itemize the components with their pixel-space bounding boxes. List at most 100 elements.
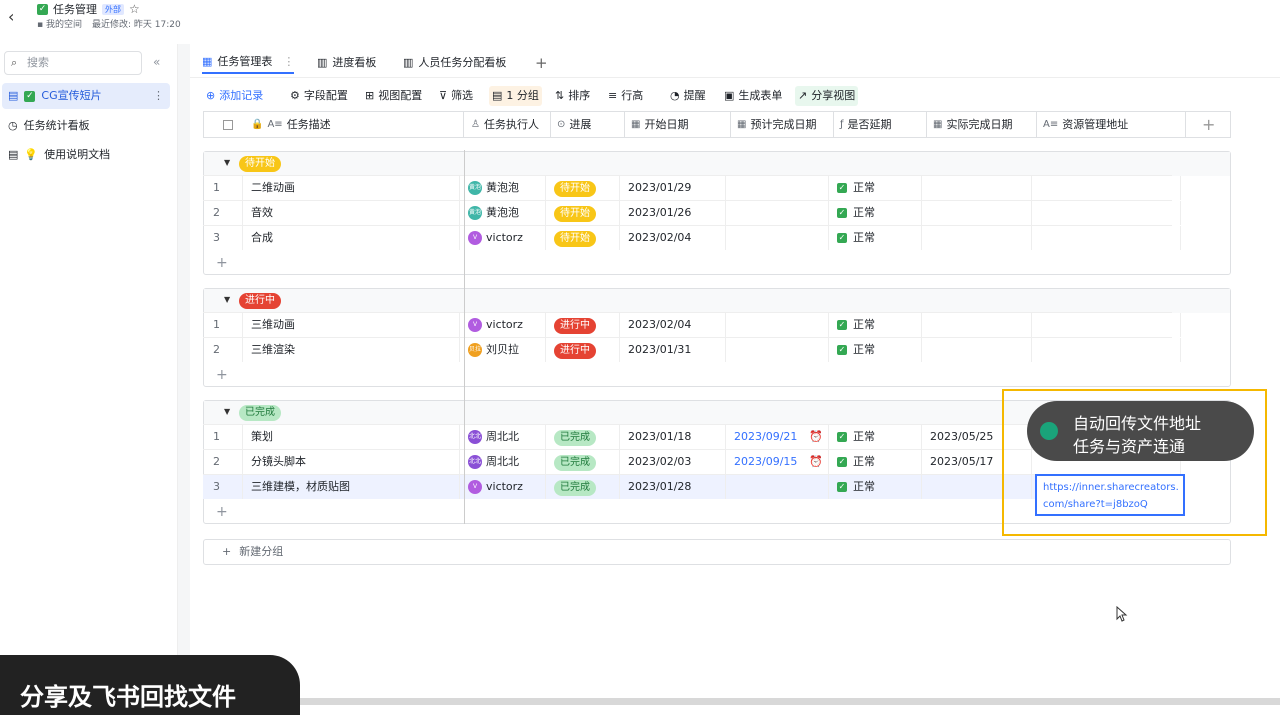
due-date-cell[interactable] [726, 226, 829, 250]
task-cell[interactable]: 二维动画 [243, 176, 460, 200]
tab-progress-board[interactable]: ▥ 进度看板 [317, 52, 376, 74]
row-number-cell[interactable]: 1 [203, 176, 243, 200]
sidebar-item-stats[interactable]: ◷ 任务统计看板 [2, 113, 170, 139]
owner-cell[interactable]: 黄泡 黄泡泡 [460, 176, 546, 200]
filter-button[interactable]: ⊽ 筛选 [436, 86, 476, 106]
row-height-button[interactable]: ≡ 行高 [605, 86, 646, 106]
task-cell[interactable]: 分镜头脚本 [243, 450, 460, 474]
owner-cell[interactable]: 黄泡 黄泡泡 [460, 201, 546, 225]
task-cell[interactable]: 策划 [243, 425, 460, 449]
add-column-icon[interactable]: + [1186, 112, 1230, 137]
done-date-cell[interactable] [922, 313, 1032, 337]
resource-cell[interactable] [1032, 313, 1181, 337]
due-date-cell[interactable]: 2023/09/15 ⏰ [726, 450, 829, 474]
owner-cell[interactable]: 北北 周北北 [460, 425, 546, 449]
select-all-checkbox[interactable] [223, 119, 233, 130]
start-date-cell[interactable]: 2023/02/03 [620, 450, 726, 474]
start-date-cell[interactable]: 2023/01/28 [620, 475, 726, 499]
col-done[interactable]: ▦ 实际完成日期 [927, 112, 1037, 137]
add-view-icon[interactable]: + [535, 52, 548, 74]
resource-cell[interactable] [1032, 176, 1181, 200]
add-row-icon[interactable]: + [216, 364, 228, 386]
group-header[interactable]: ▼ 待开始 [204, 152, 1230, 176]
status-cell[interactable]: 已完成 [546, 475, 620, 499]
owner-cell[interactable]: Vvictorz [460, 226, 546, 250]
delay-cell[interactable]: ✓ 正常 [829, 338, 922, 362]
delay-cell[interactable]: ✓ 正常 [829, 313, 922, 337]
status-cell[interactable]: 待开始 [546, 226, 620, 250]
start-date-cell[interactable]: 2023/01/26 [620, 201, 726, 225]
add-row-icon[interactable]: + [216, 501, 228, 523]
task-cell[interactable]: 合成 [243, 226, 460, 250]
row-number-cell[interactable]: 1 [203, 313, 243, 337]
add-record-button[interactable]: ⊕ 添加记录 [203, 86, 266, 106]
owner-cell[interactable]: 北北 周北北 [460, 450, 546, 474]
due-date-cell[interactable] [726, 338, 829, 362]
sidebar-item-cg[interactable]: ▤ ✓ CG宣传短片 ⋮ [2, 83, 170, 109]
start-date-cell[interactable]: 2023/02/04 [620, 226, 726, 250]
done-date-cell[interactable] [922, 226, 1032, 250]
owner-cell[interactable]: Vvictorz [460, 475, 546, 499]
new-group-button[interactable]: + 新建分组 [203, 539, 1231, 565]
gen-form-button[interactable]: ▣ 生成表单 [721, 86, 785, 106]
reminder-button[interactable]: ◔ 提醒 [667, 86, 709, 106]
more-icon[interactable]: ⋮ [153, 83, 164, 109]
col-resource[interactable]: A≡ 资源管理地址 [1037, 112, 1186, 137]
add-row-icon[interactable]: + [216, 252, 228, 274]
resource-cell[interactable] [1032, 226, 1181, 250]
delay-cell[interactable]: ✓ 正常 [829, 450, 922, 474]
field-config-button[interactable]: ⚙ 字段配置 [287, 86, 351, 106]
col-delay[interactable]: ƒ 是否延期 [834, 112, 927, 137]
horizontal-scrollbar[interactable] [300, 698, 1280, 705]
owner-cell[interactable]: 贝拉 刘贝拉 [460, 338, 546, 362]
delay-cell[interactable]: ✓ 正常 [829, 475, 922, 499]
resource-cell[interactable] [1032, 201, 1181, 225]
start-date-cell[interactable]: 2023/01/31 [620, 338, 726, 362]
group-header[interactable]: ▼ 进行中 [204, 289, 1230, 313]
share-view-button[interactable]: ↗ 分享视图 [795, 86, 859, 106]
table-row[interactable]: 2 音效 黄泡 黄泡泡 待开始 2023/01/26 ✓ 正常 [203, 200, 1181, 225]
task-cell[interactable]: 三维动画 [243, 313, 460, 337]
status-cell[interactable]: 进行中 [546, 313, 620, 337]
breadcrumb[interactable]: ▪ 我的空间 [37, 17, 82, 30]
back-arrow-icon[interactable]: ‹ [8, 7, 24, 26]
search-input[interactable]: ⌕ 搜索 [4, 51, 142, 75]
table-row[interactable]: 3 合成 Vvictorz 待开始 2023/02/04 ✓ 正常 [203, 225, 1181, 250]
due-date-cell[interactable] [726, 201, 829, 225]
task-cell[interactable]: 音效 [243, 201, 460, 225]
status-cell[interactable]: 已完成 [546, 450, 620, 474]
row-number-cell[interactable]: 3 [203, 475, 243, 499]
col-due[interactable]: ▦ 预计完成日期 [731, 112, 834, 137]
status-cell[interactable]: 待开始 [546, 176, 620, 200]
delay-cell[interactable]: ✓ 正常 [829, 226, 922, 250]
col-start[interactable]: ▦ 开始日期 [625, 112, 731, 137]
due-date-cell[interactable] [726, 176, 829, 200]
delay-cell[interactable]: ✓ 正常 [829, 201, 922, 225]
sidebar-item-docs[interactable]: ▤ 💡 使用说明文档 [2, 142, 170, 168]
due-date-cell[interactable]: 2023/09/21 ⏰ [726, 425, 829, 449]
due-date-cell[interactable] [726, 313, 829, 337]
col-progress[interactable]: ⊙ 进展 [551, 112, 625, 137]
tab-assign-board[interactable]: ▥ 人员任务分配看板 [403, 52, 506, 74]
status-cell[interactable]: 进行中 [546, 338, 620, 362]
table-row[interactable]: 2 三维渲染 贝拉 刘贝拉 进行中 2023/01/31 ✓ 正常 [203, 337, 1181, 362]
delay-cell[interactable]: ✓ 正常 [829, 176, 922, 200]
group-button[interactable]: ▤ 1 分组 [489, 86, 542, 106]
tab-task-table[interactable]: ▦ 任务管理表 ⋮ [202, 52, 295, 74]
row-number-cell[interactable]: 2 [203, 201, 243, 225]
delay-cell[interactable]: ✓ 正常 [829, 425, 922, 449]
due-date-cell[interactable] [726, 475, 829, 499]
start-date-cell[interactable]: 2023/02/04 [620, 313, 726, 337]
task-cell[interactable]: 三维建模，材质贴图 [243, 475, 460, 499]
row-number-cell[interactable]: 1 [203, 425, 243, 449]
view-config-button[interactable]: ⊞ 视图配置 [362, 86, 425, 106]
table-row[interactable]: 1 二维动画 黄泡 黄泡泡 待开始 2023/01/29 ✓ 正常 [203, 175, 1181, 200]
owner-cell[interactable]: Vvictorz [460, 313, 546, 337]
star-icon[interactable]: ☆ [129, 2, 140, 16]
row-number-cell[interactable]: 2 [203, 338, 243, 362]
done-date-cell[interactable] [922, 338, 1032, 362]
resource-url-cell[interactable]: https://inner.sharecreators. com/share?t… [1035, 474, 1185, 516]
done-date-cell[interactable] [922, 201, 1032, 225]
start-date-cell[interactable]: 2023/01/18 [620, 425, 726, 449]
table-row[interactable]: 1 三维动画 Vvictorz 进行中 2023/02/04 ✓ 正常 [203, 312, 1181, 337]
